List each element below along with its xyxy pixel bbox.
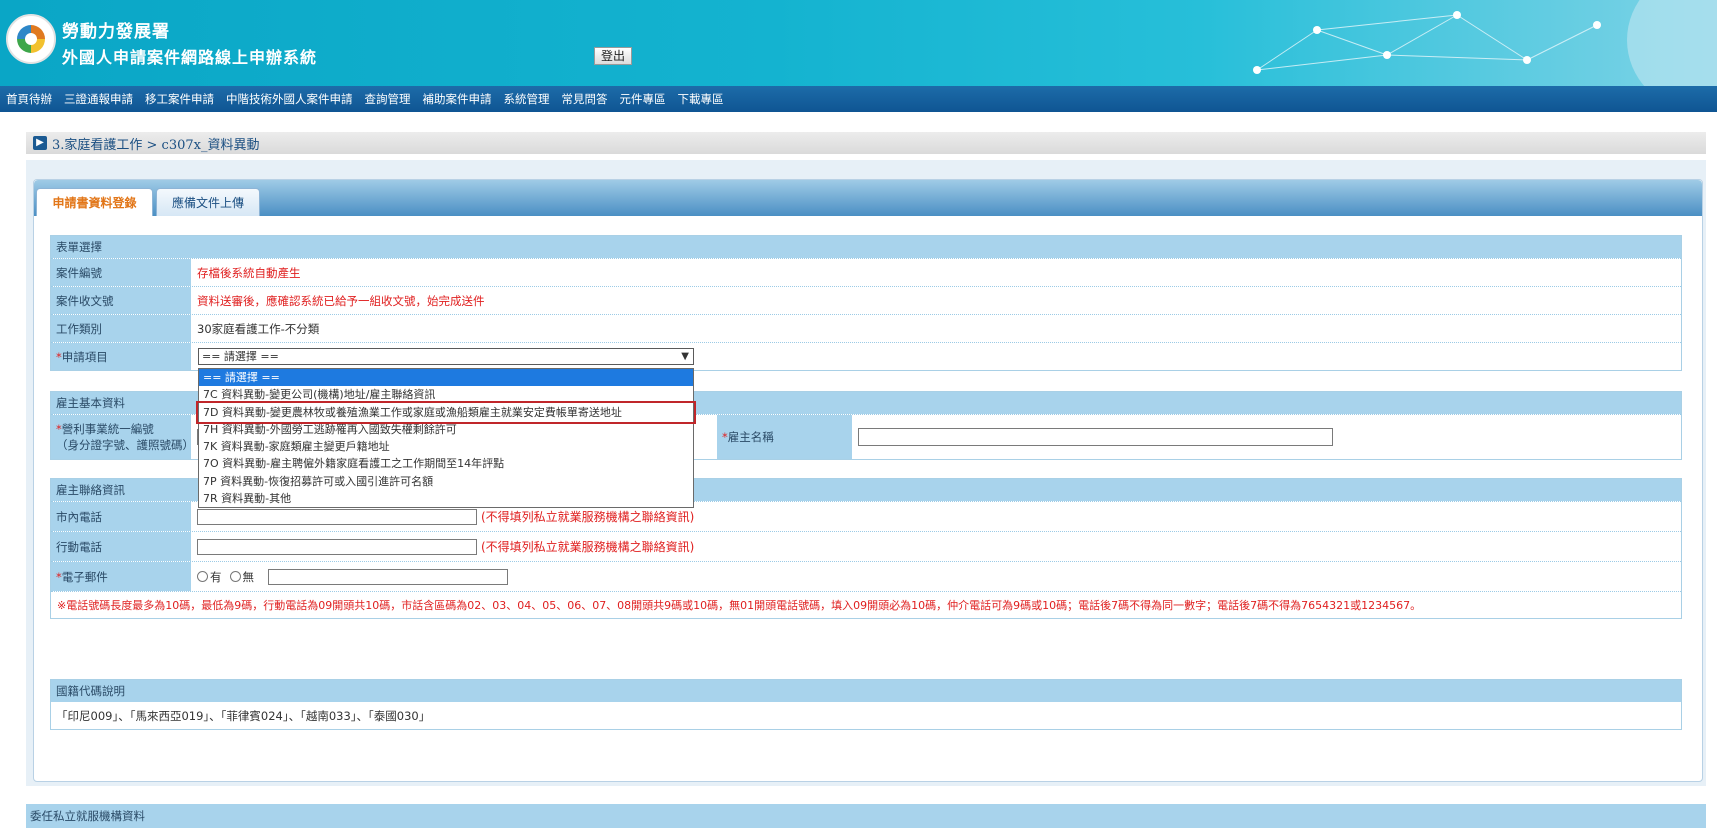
receipt-row: 案件收文號 資料送審後，應確認系統已給予一組收文號，始完成送件 xyxy=(51,286,1681,314)
menu-item[interactable]: 中階技術外國人案件申請 xyxy=(220,91,359,107)
apply-item-selected: == 請選擇 == xyxy=(202,350,279,363)
menu-item[interactable]: 三證通報申請 xyxy=(58,91,139,107)
employer-name-cell xyxy=(852,415,1681,459)
employer-id-label: *營利事業統一編號 （身分證字號、護照號碼） xyxy=(51,415,194,459)
employer-name-label: * 雇主名稱 xyxy=(717,415,852,459)
menu-item[interactable]: 補助案件申請 xyxy=(417,91,498,107)
dropdown-option[interactable]: 7R 資料異動-其他 xyxy=(199,490,693,507)
mobile-hint: (不得填列私立就業服務機構之聯絡資訊) xyxy=(481,540,695,554)
apply-item-label-text: 申請項目 xyxy=(61,349,108,364)
mobile-cell: (不得填列私立就業服務機構之聯絡資訊) xyxy=(191,532,1681,561)
apply-item-row: * 申請項目 == 請選擇 == ▼ xyxy=(51,342,1681,370)
section-heading: 國籍代碼說明 xyxy=(51,680,1681,702)
email-row: * 電子郵件 有 無 xyxy=(51,561,1681,591)
mobile-input[interactable] xyxy=(197,538,477,555)
dropdown-option[interactable]: == 請選擇 == xyxy=(199,369,693,387)
chevron-down-icon: ▼ xyxy=(681,351,689,362)
receipt-value: 資料送審後，應確認系統已給予一組收文號，始完成送件 xyxy=(197,293,485,308)
mobile-label: 行動電話 xyxy=(51,532,191,561)
employer-id-sublabel: （身分證字號、護照號碼） xyxy=(56,438,194,452)
employer-id-label-main: *營利事業統一編號 xyxy=(56,422,154,436)
logout-button[interactable]: 登出 xyxy=(594,47,632,65)
email-input[interactable] xyxy=(268,568,508,585)
employer-name-label-text: 雇主名稱 xyxy=(727,430,774,444)
arrow-right-icon: ▶ xyxy=(33,136,47,150)
employer-id-label-text: 營利事業統一編號 xyxy=(61,422,154,436)
dropdown-option[interactable]: 7O 資料異動-雇主聘僱外籍家庭看護工之工作期間至14年評點 xyxy=(199,455,693,472)
apply-item-cell: == 請選擇 == ▼ xyxy=(191,343,1681,370)
agency-name: 勞動力發展署 xyxy=(62,22,170,42)
email-yes-label: 有 xyxy=(210,569,222,584)
form-select-section: 表單選擇 案件編號 存檔後系統自動產生 案件收文號 資料送審後，應確認系統已給予… xyxy=(50,235,1682,371)
mobile-row: 行動電話 (不得填列私立就業服務機構之聯絡資訊) xyxy=(51,531,1681,561)
dropdown-option[interactable]: 7P 資料異動-恢復招募許可或入國引進許可名額 xyxy=(199,473,693,490)
menu-item[interactable]: 下載專區 xyxy=(672,91,730,107)
menu-item[interactable]: 查詢管理 xyxy=(359,91,417,107)
receipt-label: 案件收文號 xyxy=(51,287,191,314)
tab-strip: 申請書資料登錄 應備文件上傳 xyxy=(34,180,1702,216)
email-no-radio[interactable] xyxy=(229,571,241,582)
case-number-row: 案件編號 存檔後系統自動產生 xyxy=(51,258,1681,286)
phone-hint: (不得填列私立就業服務機構之聯絡資訊) xyxy=(481,510,695,524)
main-menu: 首頁待辦 三證通報申請 移工案件申請 中階技術外國人案件申請 查詢管理 補助案件申請 系統管… xyxy=(0,86,1717,112)
menu-item[interactable]: 元件專區 xyxy=(614,91,672,107)
menu-item[interactable]: 系統管理 xyxy=(498,91,556,107)
dropdown-option[interactable]: 7H 資料異動-外國勞工逃跡罹再入國致失權剩餘許可 xyxy=(199,421,693,438)
apply-item-dropdown: == 請選擇 == 7C 資料異動-變更公司(機構)地址/雇主聯絡資訊 7D 資料異… xyxy=(196,368,696,508)
menu-item[interactable]: 常見問答 xyxy=(556,91,614,107)
case-number-value: 存檔後系統自動產生 xyxy=(197,265,301,280)
site-header: 勞動力發展署 外國人申請案件網路線上申辦系統 登出 xyxy=(0,0,1717,86)
job-type-value: 30家庭看護工作-不分類 xyxy=(197,321,320,336)
email-yes-radio[interactable] xyxy=(197,571,208,582)
nationality-text: 「印尼009」、「馬來西亞019」、「菲律賓024」、「越南033」、「泰國03… xyxy=(56,708,431,723)
employer-name-input[interactable] xyxy=(858,428,1333,446)
case-number-label: 案件編號 xyxy=(51,259,191,286)
nationality-row: 「印尼009」、「馬來西亞019」、「菲律賓024」、「越南033」、「泰國03… xyxy=(51,702,1681,729)
email-label: * 電子郵件 xyxy=(51,562,191,591)
job-type-label: 工作類別 xyxy=(51,315,191,342)
menu-item[interactable]: 首頁待辦 xyxy=(0,91,58,107)
phone-format-note: ※電話號碼長度最多為10碼，最低為9碼，行動電話為09開頭共10碼，市話含區碼為… xyxy=(51,591,1681,618)
email-no-label: 無 xyxy=(242,569,255,584)
apply-item-select[interactable]: == 請選擇 == ▼ xyxy=(198,348,694,365)
apply-item-label: * 申請項目 xyxy=(51,343,191,370)
email-cell: 有 無 xyxy=(191,562,1681,591)
breadcrumb: ▶ 3.家庭看護工作 > c307x_資料異動 xyxy=(26,132,1706,154)
dropdown-option[interactable]: 7K 資料異動-家庭類雇主變更戶籍地址 xyxy=(199,438,693,455)
dropdown-option[interactable]: 7C 資料異動-變更公司(機構)地址/雇主聯絡資訊 xyxy=(199,386,693,403)
email-label-text: 電子郵件 xyxy=(61,569,108,584)
logo-core xyxy=(25,33,37,45)
dropdown-option[interactable]: 7D 資料異動-變更農林牧或養殖漁業工作或家庭或漁船類雇主就業安定費帳單寄送地址 xyxy=(196,400,696,424)
breadcrumb-text: 3.家庭看護工作 > c307x_資料異動 xyxy=(52,137,260,153)
tab-application-data[interactable]: 申請書資料登錄 xyxy=(36,188,153,216)
nationality-section: 國籍代碼說明 「印尼009」、「馬來西亞019」、「菲律賓024」、「越南033… xyxy=(50,679,1682,730)
phone-input[interactable] xyxy=(197,508,477,525)
tab-document-upload[interactable]: 應備文件上傳 xyxy=(156,188,260,216)
menu-item[interactable]: 移工案件申請 xyxy=(139,91,220,107)
phone-label: 市內電話 xyxy=(51,502,191,531)
system-title: 外國人申請案件網路線上申辦系統 xyxy=(62,48,318,67)
job-type-row: 工作類別 30家庭看護工作-不分類 xyxy=(51,314,1681,342)
agency-logo xyxy=(6,14,56,64)
section-heading: 表單選擇 xyxy=(51,236,1681,258)
agency-section-heading: 委任私立就服機構資料 xyxy=(26,804,1706,828)
network-graphic xyxy=(1253,0,1717,86)
